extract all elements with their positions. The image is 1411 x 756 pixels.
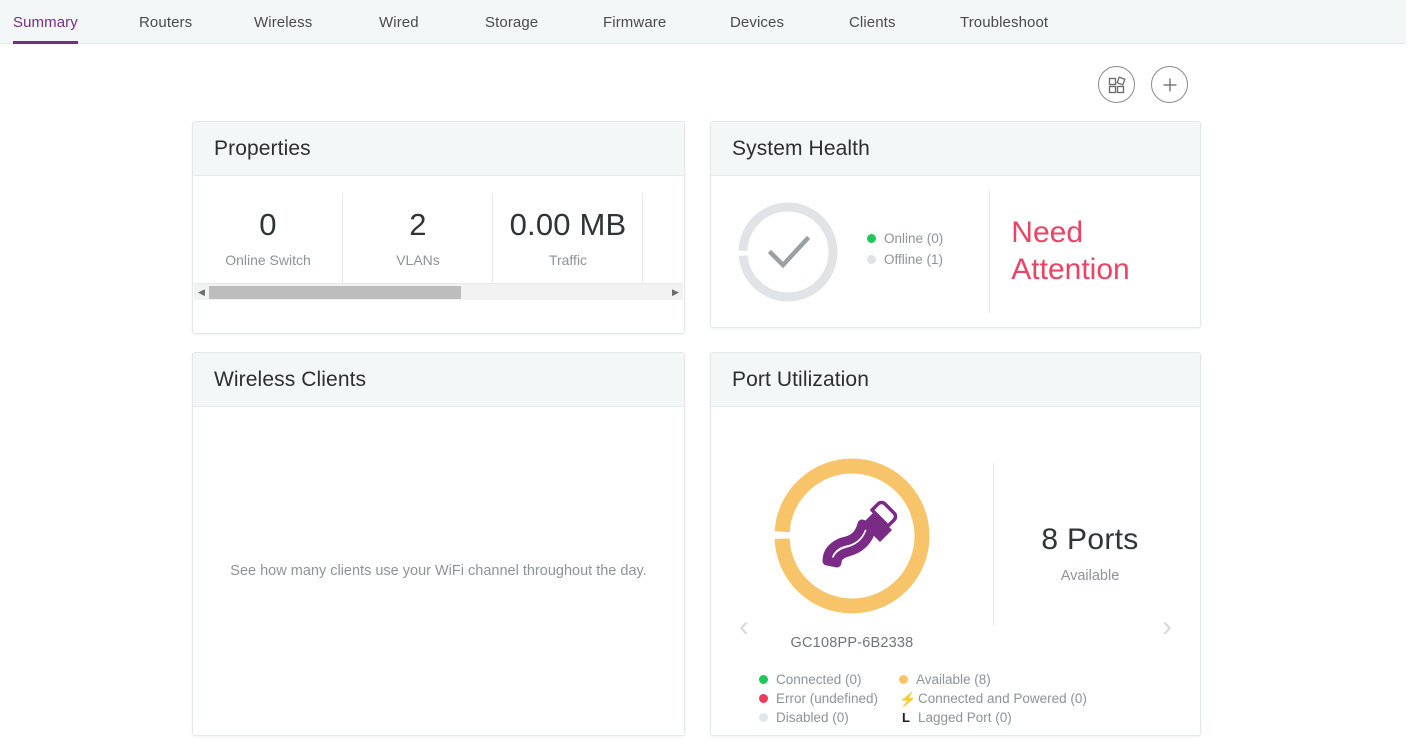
tab-summary[interactable]: Summary bbox=[13, 0, 78, 44]
main-navigation-bar: Summary Routers Wireless Wired Storage F… bbox=[0, 0, 1406, 44]
plus-icon bbox=[1160, 75, 1180, 95]
legend-item-lagged-port: L Lagged Port (0) bbox=[899, 710, 1087, 725]
tab-wireless[interactable]: Wireless bbox=[254, 0, 312, 44]
available-dot-icon bbox=[899, 675, 908, 684]
tab-devices-label: Devices bbox=[730, 14, 784, 31]
tab-troubleshoot-label: Troubleshoot bbox=[960, 14, 1048, 31]
wireless-clients-card-header: Wireless Clients bbox=[193, 353, 684, 407]
port-utilization-card-header: Port Utilization bbox=[711, 353, 1200, 407]
legend-connected-powered-label: Connected and Powered (0) bbox=[918, 691, 1087, 706]
tab-wired[interactable]: Wired bbox=[379, 0, 419, 44]
port-utilization-card-title: Port Utilization bbox=[732, 368, 869, 392]
port-utilization-summary: 8 Ports Available bbox=[994, 523, 1200, 584]
legend-item-disabled: Disabled (0) bbox=[759, 710, 899, 725]
tab-troubleshoot[interactable]: Troubleshoot bbox=[960, 0, 1048, 44]
tab-firmware[interactable]: Firmware bbox=[603, 0, 666, 44]
stat-traffic-value: 0.00 MB bbox=[493, 208, 643, 242]
offline-status-dot-icon bbox=[867, 255, 876, 264]
legend-item-offline: Offline (1) bbox=[867, 252, 943, 267]
legend-available-label: Available (8) bbox=[916, 672, 991, 687]
error-dot-icon bbox=[759, 694, 768, 703]
legend-item-available: Available (8) bbox=[899, 672, 1087, 687]
system-health-card-title: System Health bbox=[732, 137, 870, 161]
wireless-clients-empty-message: See how many clients use your WiFi chann… bbox=[230, 561, 646, 582]
available-ports-label: Available bbox=[994, 568, 1186, 584]
disabled-dot-icon bbox=[759, 713, 768, 722]
widgets-grid-icon bbox=[1107, 75, 1127, 95]
add-widget-button[interactable] bbox=[1151, 66, 1188, 103]
port-device-name: GC108PP-6B2338 bbox=[711, 635, 993, 651]
port-donut-column: GC108PP-6B2338 bbox=[711, 455, 993, 651]
tab-clients-label: Clients bbox=[849, 14, 896, 31]
port-utilization-main: GC108PP-6B2338 8 Ports Available bbox=[711, 407, 1200, 651]
tab-storage-label: Storage bbox=[485, 14, 538, 31]
lightning-bolt-icon: ⚡ bbox=[899, 692, 913, 706]
system-health-card-body: Online (0) Offline (1) Need Attention bbox=[711, 176, 1200, 327]
system-health-card-header: System Health bbox=[711, 122, 1200, 176]
wireless-clients-card: Wireless Clients See how many clients us… bbox=[192, 352, 685, 736]
legend-item-error: Error (undefined) bbox=[759, 691, 899, 706]
health-status-badge: Need Attention bbox=[1011, 215, 1181, 288]
ethernet-cable-icon bbox=[827, 503, 896, 564]
dashboard-actions bbox=[1098, 66, 1188, 103]
tab-wireless-label: Wireless bbox=[254, 14, 312, 31]
wireless-clients-card-body: See how many clients use your WiFi chann… bbox=[193, 407, 684, 735]
health-donut-svg bbox=[735, 199, 841, 305]
legend-item-online: Online (0) bbox=[867, 231, 943, 246]
online-status-dot-icon bbox=[867, 234, 876, 243]
stat-vlans-value: 2 bbox=[343, 208, 493, 242]
lagged-port-letter-icon: L bbox=[899, 710, 913, 725]
wireless-clients-card-title: Wireless Clients bbox=[214, 368, 366, 392]
health-divider bbox=[989, 190, 990, 313]
properties-card-header: Properties bbox=[193, 122, 684, 176]
port-utilization-card-body: ‹ › GC108PP-6B2338 8 bbox=[711, 407, 1200, 735]
stat-online-switch-label: Online Switch bbox=[193, 252, 343, 268]
properties-horizontal-scrollbar[interactable]: ◀ ▶ bbox=[194, 283, 683, 300]
stat-vlans-label: VLANs bbox=[343, 252, 493, 268]
legend-online-label: Online (0) bbox=[884, 231, 943, 246]
stat-vlans: 2 VLANs bbox=[343, 193, 493, 283]
scroll-left-arrow-icon[interactable]: ◀ bbox=[194, 288, 209, 297]
properties-card: Properties 0 Online Switch 2 VLANs 0.00 … bbox=[192, 121, 685, 334]
check-icon bbox=[771, 239, 807, 265]
scrollbar-thumb[interactable] bbox=[209, 286, 461, 299]
connected-dot-icon bbox=[759, 675, 768, 684]
next-device-button[interactable]: › bbox=[1162, 612, 1172, 642]
legend-error-label: Error (undefined) bbox=[776, 691, 878, 706]
legend-item-connected: Connected (0) bbox=[759, 672, 899, 687]
active-tab-indicator bbox=[13, 41, 78, 44]
customize-widgets-button[interactable] bbox=[1098, 66, 1135, 103]
tab-wired-label: Wired bbox=[379, 14, 419, 31]
tab-routers[interactable]: Routers bbox=[139, 0, 192, 44]
tab-storage[interactable]: Storage bbox=[485, 0, 538, 44]
scroll-right-arrow-icon[interactable]: ▶ bbox=[668, 288, 683, 297]
stat-traffic-label: Traffic bbox=[493, 252, 643, 268]
system-health-legend: Online (0) Offline (1) bbox=[867, 231, 943, 273]
stat-traffic: 0.00 MB Traffic bbox=[493, 193, 643, 283]
port-utilization-legend: Connected (0) Available (8) Error (undef… bbox=[759, 672, 1087, 725]
legend-lagged-port-label: Lagged Port (0) bbox=[918, 710, 1012, 725]
properties-stats-row: 0 Online Switch 2 VLANs 0.00 MB Traffic bbox=[193, 176, 684, 300]
port-utilization-donut-chart bbox=[771, 455, 933, 617]
tab-routers-label: Routers bbox=[139, 14, 192, 31]
stat-online-switch: 0 Online Switch bbox=[193, 193, 343, 283]
properties-card-title: Properties bbox=[214, 137, 311, 161]
scrollbar-track[interactable] bbox=[209, 286, 668, 299]
stat-online-switch-value: 0 bbox=[193, 208, 343, 242]
system-health-donut-chart bbox=[735, 199, 841, 305]
legend-disabled-label: Disabled (0) bbox=[776, 710, 849, 725]
system-health-card: System Health Online (0) Offline (1) Nee… bbox=[710, 121, 1201, 328]
tab-firmware-label: Firmware bbox=[603, 14, 666, 31]
tab-clients[interactable]: Clients bbox=[849, 0, 896, 44]
legend-item-connected-powered: ⚡ Connected and Powered (0) bbox=[899, 691, 1087, 706]
properties-card-body: 0 Online Switch 2 VLANs 0.00 MB Traffic … bbox=[193, 176, 684, 300]
available-ports-count: 8 Ports bbox=[994, 523, 1186, 557]
legend-connected-label: Connected (0) bbox=[776, 672, 862, 687]
tab-summary-label: Summary bbox=[13, 14, 78, 31]
port-donut-svg bbox=[771, 455, 933, 617]
legend-offline-label: Offline (1) bbox=[884, 252, 943, 267]
port-utilization-card: Port Utilization ‹ › GC108PP-6B2338 bbox=[710, 352, 1201, 736]
tab-devices[interactable]: Devices bbox=[730, 0, 784, 44]
